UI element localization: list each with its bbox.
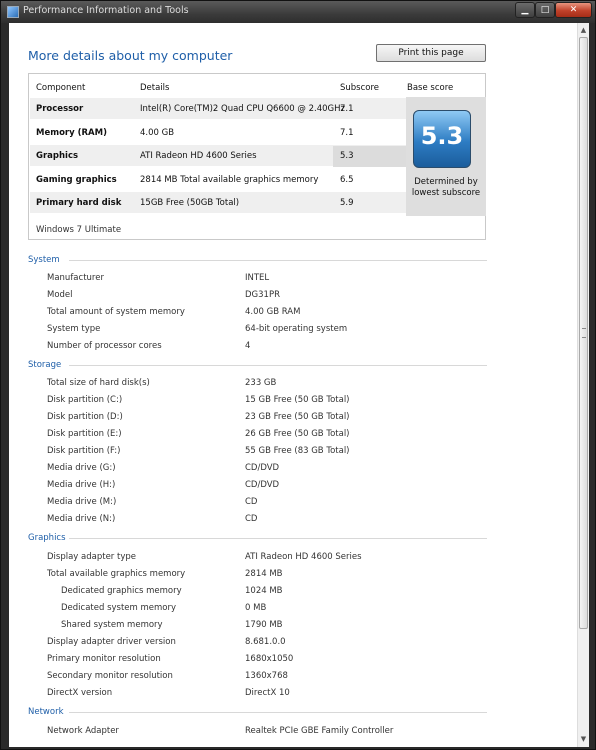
maximize-button[interactable]: □ bbox=[535, 2, 555, 18]
section-graphics-title: Graphics bbox=[28, 533, 66, 543]
property-value: CD/DVD bbox=[245, 480, 280, 490]
subscore-hard-disk: 5.9 bbox=[340, 198, 354, 208]
minimize-button[interactable]: ▁ bbox=[515, 2, 535, 18]
base-score-badge: 5.3 bbox=[413, 110, 471, 168]
scroll-up-arrow-icon[interactable]: ▲ bbox=[578, 25, 589, 36]
property-label: Total amount of system memory bbox=[47, 307, 185, 317]
property-value: ATI Radeon HD 4600 Series bbox=[245, 552, 362, 562]
property-value: 8.681.0.0 bbox=[245, 637, 286, 647]
property-value: INTEL bbox=[245, 273, 270, 283]
property-label: Media drive (N:) bbox=[47, 514, 116, 524]
property-label: Primary monitor resolution bbox=[47, 654, 161, 664]
details-processor: Intel(R) Core(TM)2 Quad CPU Q6600 @ 2.40… bbox=[140, 104, 345, 114]
subscore-gaming-graphics: 6.5 bbox=[340, 175, 354, 185]
details-graphics: ATI Radeon HD 4600 Series bbox=[140, 151, 257, 161]
property-label: Dedicated graphics memory bbox=[61, 586, 182, 596]
property-value: 233 GB bbox=[245, 378, 277, 388]
property-value: 15 GB Free (50 GB Total) bbox=[245, 395, 350, 405]
section-network-title: Network bbox=[28, 707, 64, 717]
property-label: Disk partition (D:) bbox=[47, 412, 123, 422]
section-system-title: System bbox=[28, 255, 60, 265]
base-score-panel: 5.3 Determined by lowest subscore bbox=[406, 97, 486, 216]
property-label: Media drive (H:) bbox=[47, 480, 116, 490]
property-value: 2814 MB bbox=[245, 569, 283, 579]
property-label: System type bbox=[47, 324, 101, 334]
property-label: Total size of hard disk(s) bbox=[47, 378, 150, 388]
property-label: Manufacturer bbox=[47, 273, 104, 283]
subscore-processor: 7.1 bbox=[340, 104, 354, 114]
header-subscore: Subscore bbox=[340, 83, 380, 93]
property-label: Display adapter driver version bbox=[47, 637, 176, 647]
page-heading: More details about my computer bbox=[28, 48, 233, 63]
score-table: Component Details Subscore Base score Pr… bbox=[28, 73, 486, 240]
property-label: Disk partition (C:) bbox=[47, 395, 123, 405]
window-title: Performance Information and Tools bbox=[23, 5, 189, 16]
component-hard-disk: Primary hard disk bbox=[36, 198, 122, 208]
component-memory: Memory (RAM) bbox=[36, 128, 107, 138]
performance-window: Performance Information and Tools ▁ □ ✕ … bbox=[0, 0, 596, 750]
base-score-note: Determined by lowest subscore bbox=[406, 177, 486, 199]
section-divider bbox=[69, 365, 487, 366]
property-label: Total available graphics memory bbox=[47, 569, 186, 579]
close-button[interactable]: ✕ bbox=[555, 2, 592, 18]
header-base-score: Base score bbox=[407, 83, 454, 93]
vertical-scrollbar[interactable]: ▲ ▼ bbox=[577, 23, 589, 747]
property-value: 1024 MB bbox=[245, 586, 283, 596]
section-storage-title: Storage bbox=[28, 360, 62, 370]
property-label: Disk partition (E:) bbox=[47, 429, 122, 439]
base-note-line1: Determined by bbox=[414, 177, 478, 187]
property-value: Realtek PCIe GBE Family Controller bbox=[245, 726, 394, 736]
component-gaming-graphics: Gaming graphics bbox=[36, 175, 117, 185]
scroll-down-arrow-icon[interactable]: ▼ bbox=[578, 734, 589, 745]
property-value: DirectX 10 bbox=[245, 688, 290, 698]
property-value: 26 GB Free (50 GB Total) bbox=[245, 429, 350, 439]
property-value: 4.00 GB RAM bbox=[245, 307, 301, 317]
component-graphics: Graphics bbox=[36, 151, 79, 161]
section-divider bbox=[69, 538, 487, 539]
property-value: CD bbox=[245, 514, 258, 524]
subscore-memory: 7.1 bbox=[340, 128, 354, 138]
property-label: Display adapter type bbox=[47, 552, 136, 562]
header-component: Component bbox=[36, 83, 86, 93]
property-label: Media drive (G:) bbox=[47, 463, 116, 473]
app-icon bbox=[7, 6, 19, 18]
property-label: Disk partition (F:) bbox=[47, 446, 121, 456]
component-processor: Processor bbox=[36, 104, 84, 114]
property-value: CD/DVD bbox=[245, 463, 280, 473]
property-value: 1680x1050 bbox=[245, 654, 294, 664]
property-value: 55 GB Free (83 GB Total) bbox=[245, 446, 350, 456]
details-hard-disk: 15GB Free (50GB Total) bbox=[140, 198, 240, 208]
property-label: DirectX version bbox=[47, 688, 113, 698]
content-area: More details about my computer Print thi… bbox=[9, 23, 589, 747]
property-value: 64-bit operating system bbox=[245, 324, 348, 334]
property-label: Shared system memory bbox=[61, 620, 163, 630]
print-button[interactable]: Print this page bbox=[376, 44, 486, 62]
property-value: 0 MB bbox=[245, 603, 267, 613]
scrollbar-thumb[interactable] bbox=[579, 37, 588, 629]
subscore-graphics: 5.3 bbox=[340, 151, 354, 161]
property-value: 1360x768 bbox=[245, 671, 288, 681]
windows-edition: Windows 7 Ultimate bbox=[36, 225, 122, 235]
property-value: 23 GB Free (50 GB Total) bbox=[245, 412, 350, 422]
details-gaming-graphics: 2814 MB Total available graphics memory bbox=[140, 175, 319, 185]
property-value: CD bbox=[245, 497, 258, 507]
header-details: Details bbox=[140, 83, 170, 93]
base-note-line2: lowest subscore bbox=[411, 188, 481, 198]
base-score-value: 5.3 bbox=[420, 122, 464, 150]
property-label: Network Adapter bbox=[47, 726, 119, 736]
property-label: Model bbox=[47, 290, 73, 300]
property-label: Dedicated system memory bbox=[61, 603, 177, 613]
property-value: 1790 MB bbox=[245, 620, 283, 630]
grip-icon bbox=[582, 328, 586, 338]
title-bar[interactable]: Performance Information and Tools ▁ □ ✕ bbox=[1, 1, 595, 23]
property-label: Secondary monitor resolution bbox=[47, 671, 173, 681]
property-value: 4 bbox=[245, 341, 251, 351]
details-memory: 4.00 GB bbox=[140, 128, 175, 138]
property-label: Media drive (M:) bbox=[47, 497, 117, 507]
section-divider bbox=[69, 712, 487, 713]
section-divider bbox=[69, 260, 487, 261]
property-label: Number of processor cores bbox=[47, 341, 162, 351]
property-value: DG31PR bbox=[245, 290, 280, 300]
